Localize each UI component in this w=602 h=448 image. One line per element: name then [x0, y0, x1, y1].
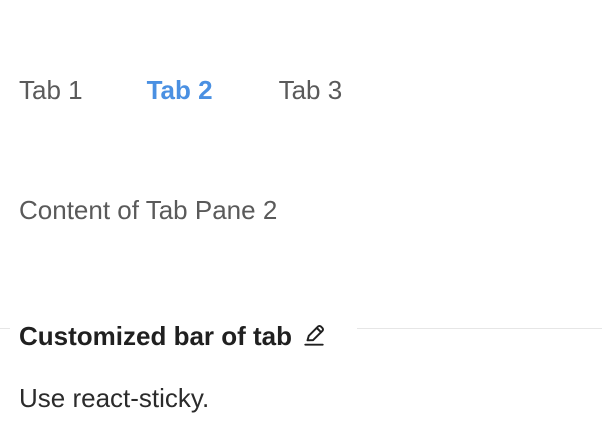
section-divider-left	[0, 328, 10, 329]
page: Tab 1 Tab 2 Tab 3 Content of Tab Pane 2 …	[0, 0, 602, 448]
edit-icon[interactable]	[300, 322, 328, 350]
section-heading: Customized bar of tab	[19, 318, 328, 354]
tab-3[interactable]: Tab 3	[279, 72, 343, 108]
section-title: Customized bar of tab	[19, 321, 293, 351]
tab-pane-content: Content of Tab Pane 2	[19, 195, 278, 225]
tab-2[interactable]: Tab 2	[147, 72, 213, 108]
tab-bar: Tab 1 Tab 2 Tab 3	[19, 72, 342, 108]
section-divider-right	[357, 328, 602, 329]
tab-1[interactable]: Tab 1	[19, 72, 83, 108]
section-description: Use react-sticky.	[19, 383, 210, 413]
